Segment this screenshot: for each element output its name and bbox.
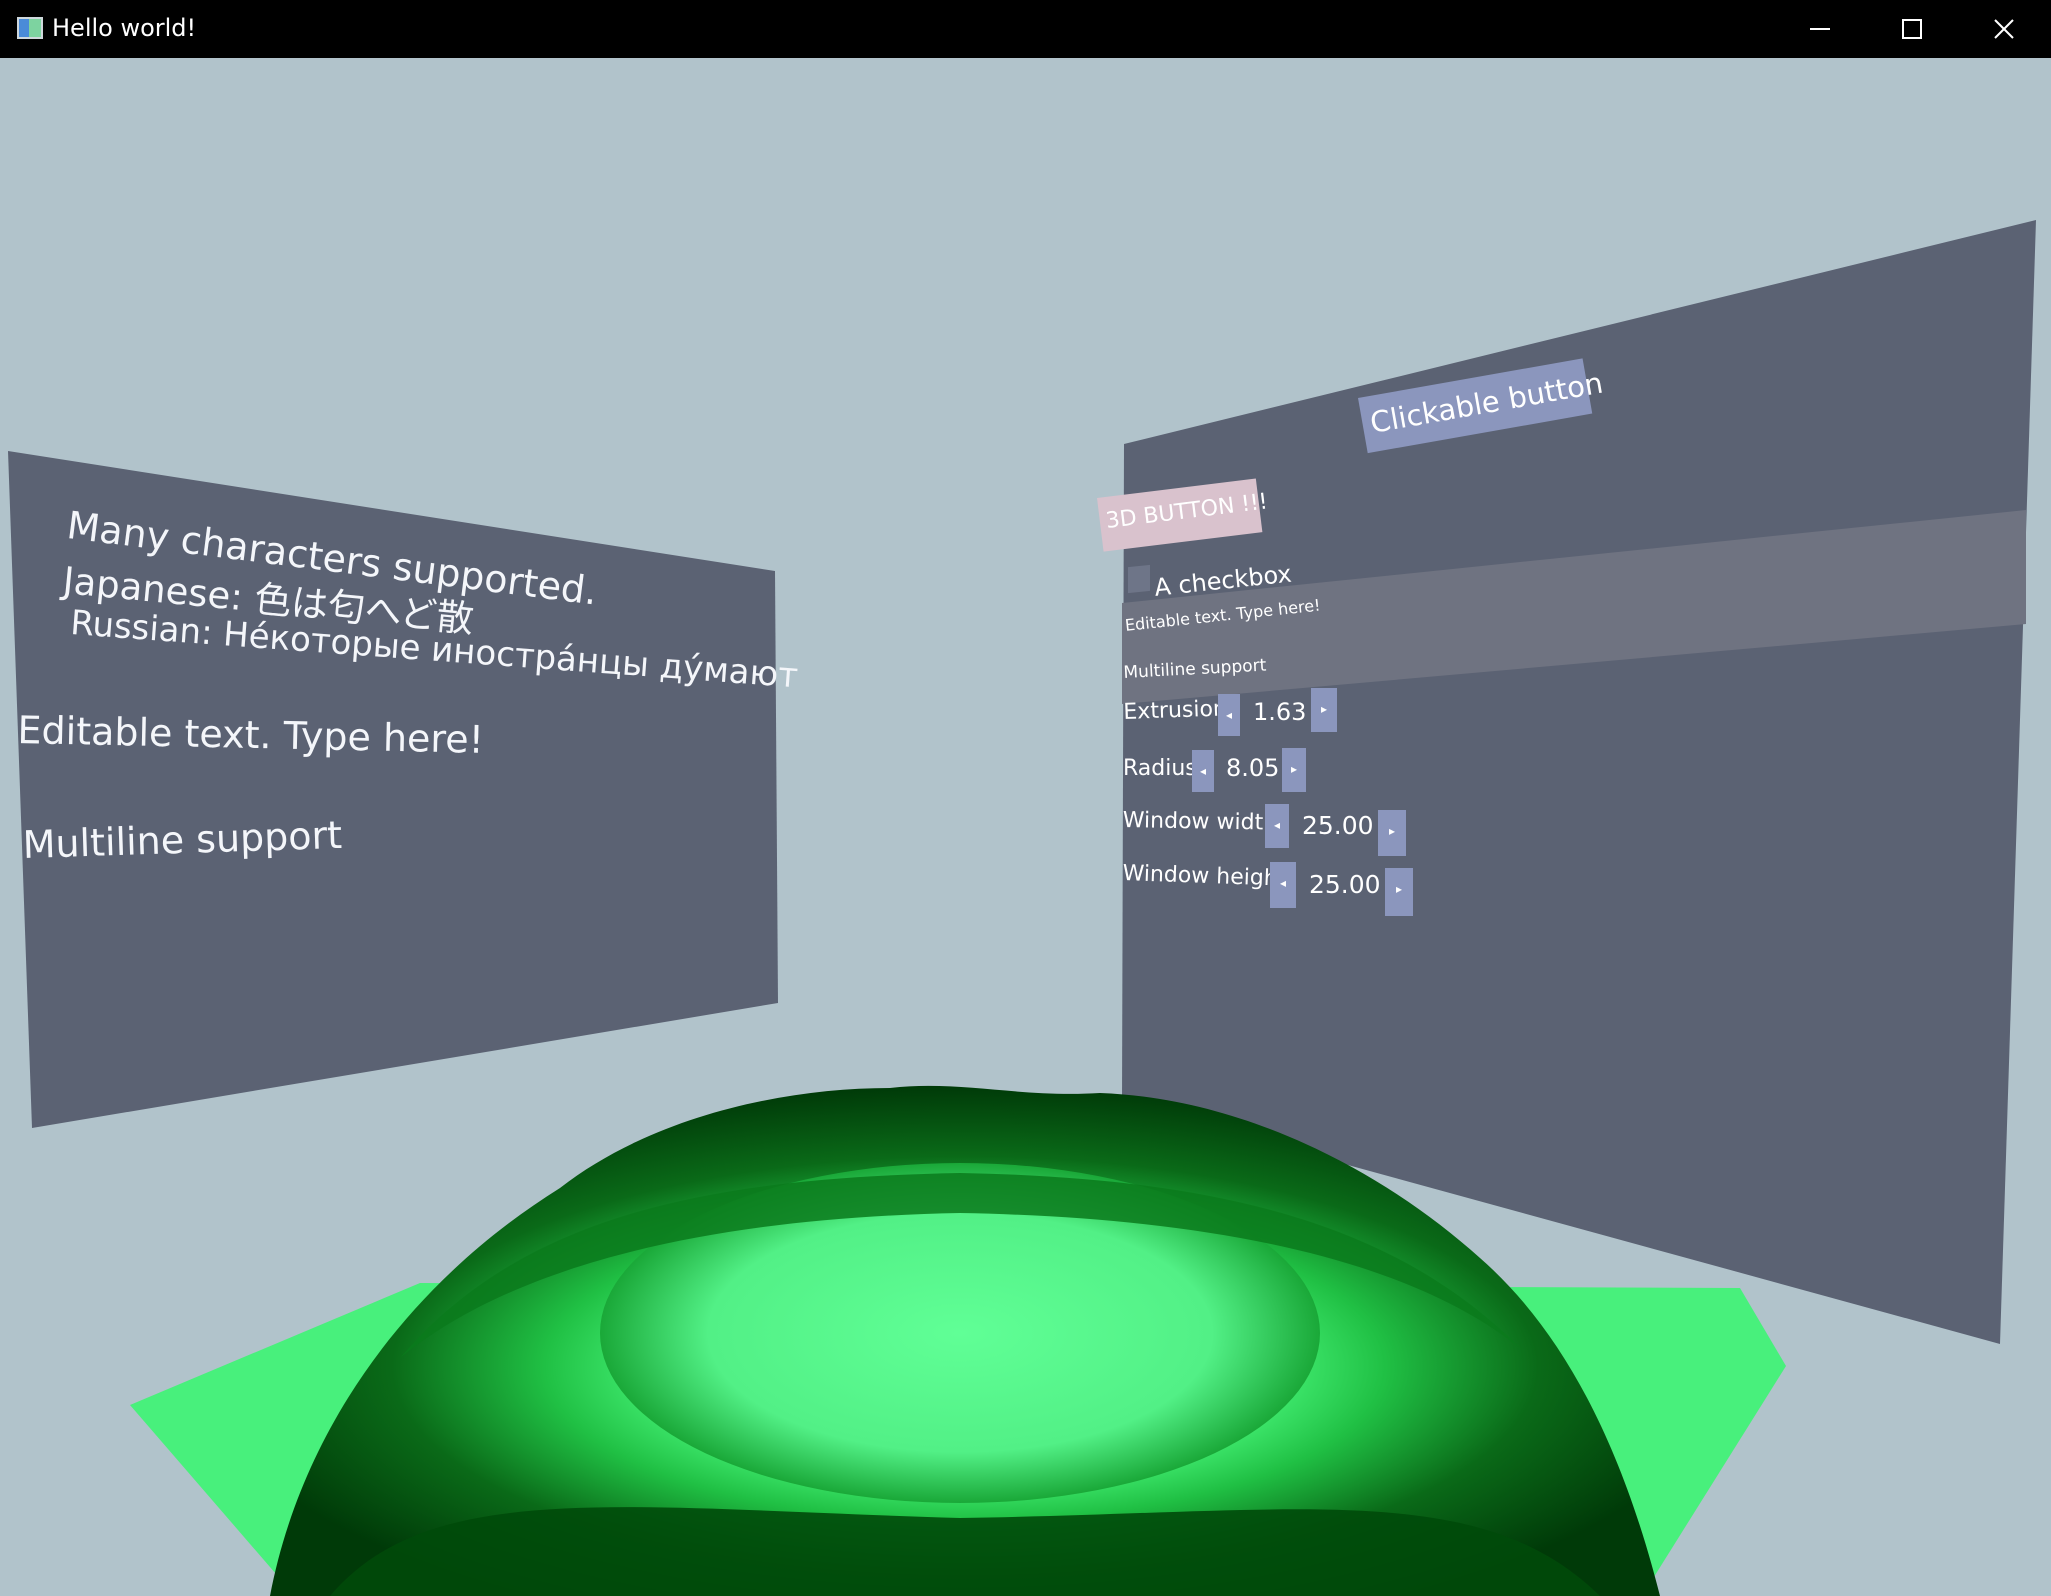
arrow-left-icon: ◂ [1279, 876, 1287, 890]
arrow-right-icon: ▸ [1290, 762, 1298, 776]
arrow-right-icon: ▸ [1395, 882, 1403, 896]
slider-window-height-value: 25.00 [1309, 870, 1381, 899]
slider-window-width-label: Window width [1122, 808, 1278, 836]
slider-radius-value: 8.05 [1226, 754, 1280, 782]
application-window: Hello world! Many characters supported. … [0, 0, 2051, 1596]
slider-window-height-increase[interactable]: ▸ [1385, 868, 1413, 916]
terrain-bowl-front [330, 1507, 1600, 1596]
arrow-right-icon: ▸ [1320, 702, 1328, 716]
slider-extrusion-decrease[interactable]: ◂ [1218, 694, 1240, 736]
arrow-left-icon: ◂ [1273, 818, 1281, 832]
slider-extrusion-label: Extrusion [1123, 696, 1228, 725]
window-title: Hello world! [52, 14, 197, 42]
slider-window-width-increase[interactable]: ▸ [1378, 810, 1406, 856]
maximize-icon [1902, 19, 1922, 39]
title-bar[interactable]: Hello world! [0, 0, 2051, 58]
close-button[interactable] [1958, 0, 2050, 58]
3d-button-label: 3D BUTTON !!! [1104, 489, 1270, 534]
checkbox-box[interactable] [1128, 564, 1150, 594]
slider-extrusion-value: 1.63 [1253, 698, 1307, 726]
arrow-left-icon: ◂ [1225, 708, 1233, 722]
slider-window-height-decrease[interactable]: ◂ [1270, 862, 1296, 908]
arrow-left-icon: ◂ [1199, 764, 1207, 778]
3d-viewport[interactable]: Many characters supported. Japanese: 色は匂… [0, 58, 2051, 1596]
maximize-button[interactable] [1866, 0, 1958, 58]
slider-radius-increase[interactable]: ▸ [1282, 748, 1306, 792]
minimize-button[interactable] [1774, 0, 1866, 58]
slider-radius-decrease[interactable]: ◂ [1192, 750, 1214, 792]
arrow-right-icon: ▸ [1388, 824, 1396, 838]
slider-window-width-value: 25.00 [1302, 811, 1374, 840]
app-window-icon [17, 17, 43, 39]
slider-window-width-decrease[interactable]: ◂ [1265, 804, 1289, 848]
slider-radius-label: Radius [1123, 756, 1197, 781]
close-icon [1994, 19, 2014, 39]
slider-extrusion-increase[interactable]: ▸ [1311, 688, 1337, 732]
minimize-icon [1810, 28, 1830, 30]
